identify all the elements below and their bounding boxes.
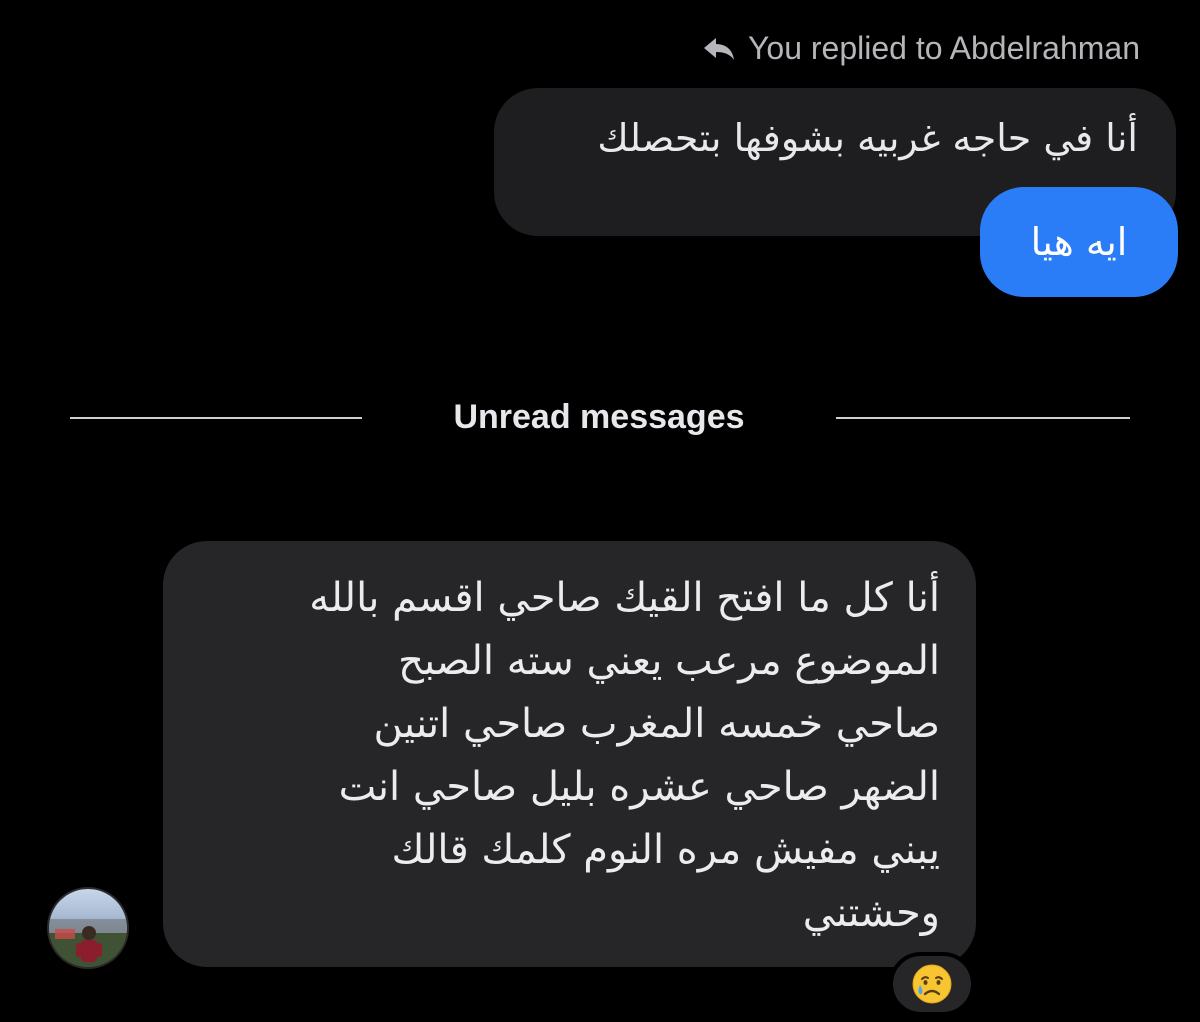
sender-avatar[interactable] bbox=[47, 887, 129, 969]
reply-header: You replied to Abdelrahman bbox=[702, 30, 1140, 67]
received-message-line: الضهر صاحي عشره بليل صاحي انت bbox=[338, 764, 940, 810]
unread-divider-right-line bbox=[836, 417, 1130, 419]
received-message-line: صاحي خمسه المغرب صاحي اتنين bbox=[373, 701, 940, 747]
sent-message-bubble[interactable]: ايه هيا bbox=[980, 187, 1178, 297]
unread-divider-left-line bbox=[70, 417, 362, 419]
reply-header-text: You replied to Abdelrahman bbox=[748, 30, 1140, 66]
received-message-line: الموضوع مرعب يعني سته الصبح bbox=[398, 638, 940, 684]
received-message-line: وحشتني bbox=[802, 890, 940, 936]
received-message-line: يبني مفيش مره النوم كلمك قالك bbox=[391, 827, 941, 873]
received-message-line: أنا كل ما افتح القيك صاحي اقسم بالله bbox=[309, 575, 940, 621]
reaction-badge[interactable] bbox=[889, 952, 975, 1016]
unread-messages-divider: Unread messages bbox=[453, 398, 745, 436]
crying-face-icon bbox=[912, 964, 952, 1004]
received-message-bubble[interactable]: أنا كل ما افتح القيك صاحي اقسم بالله الم… bbox=[163, 541, 976, 967]
quoted-message-text: أنا في حاجه غربيه بشوفها بتحصلك bbox=[597, 116, 1138, 160]
sent-message-text: ايه هيا bbox=[1030, 220, 1128, 264]
avatar-photo-icon bbox=[49, 919, 127, 967]
reply-arrow-icon bbox=[702, 36, 736, 62]
